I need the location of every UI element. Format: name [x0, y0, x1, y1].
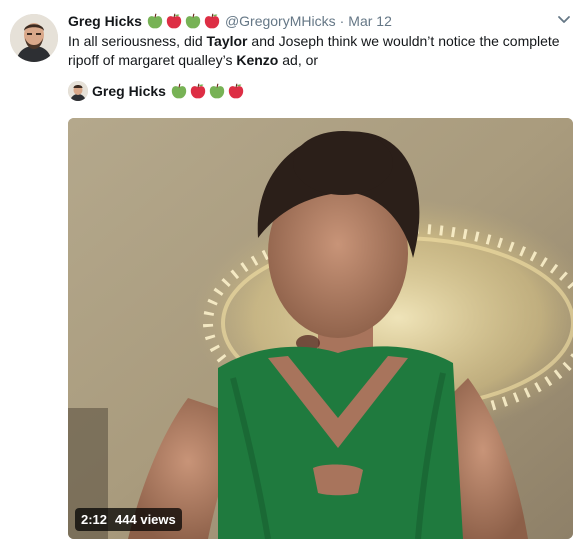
author-avatar[interactable] — [10, 14, 58, 62]
tweet-date[interactable]: Mar 12 — [348, 13, 392, 29]
green-apple-icon — [185, 13, 201, 29]
tweet-card: Greg Hicks @GregoryMHicks · Mar 12 In al… — [0, 0, 586, 549]
tweet-text-bold-taylor: Taylor — [206, 33, 248, 49]
tagged-user-avatar — [68, 81, 88, 101]
red-apple-icon — [190, 83, 206, 99]
green-apple-icon — [209, 83, 225, 99]
green-apple-icon — [171, 83, 187, 99]
tagged-user-name: Greg Hicks — [92, 83, 166, 99]
tweet-menu-button[interactable] — [556, 12, 572, 28]
video-frame — [68, 118, 573, 539]
author-name-emojis — [146, 12, 221, 30]
tweet-text-part: In all seriousness, did — [68, 33, 207, 49]
red-apple-icon — [166, 13, 182, 29]
separator-dot: · — [339, 13, 345, 29]
tweet-text: In all seriousness, did Taylor and Josep… — [68, 32, 573, 70]
green-apple-icon — [147, 13, 163, 29]
video-views: 444 views — [115, 512, 176, 527]
tweet-header: Greg Hicks @GregoryMHicks · Mar 12 — [68, 11, 392, 31]
tweet-text-part: ad, or — [278, 52, 319, 68]
author-name[interactable]: Greg Hicks — [68, 13, 142, 29]
author-handle[interactable]: @GregoryMHicks — [225, 13, 336, 29]
red-apple-icon — [204, 13, 220, 29]
tagged-user-avatar-image — [68, 81, 88, 101]
video-duration: 2:12 — [81, 512, 108, 527]
tagged-user-emojis — [170, 82, 245, 100]
video-stats-overlay: 2:12 444 views — [75, 508, 182, 531]
author-avatar-image — [10, 14, 58, 62]
tagged-user[interactable]: Greg Hicks — [68, 80, 245, 102]
tweet-text-bold-kenzo: Kenzo — [236, 52, 279, 68]
video-player[interactable]: 2:12 444 views — [68, 118, 573, 539]
chevron-down-icon — [558, 16, 570, 23]
red-apple-icon — [228, 83, 244, 99]
